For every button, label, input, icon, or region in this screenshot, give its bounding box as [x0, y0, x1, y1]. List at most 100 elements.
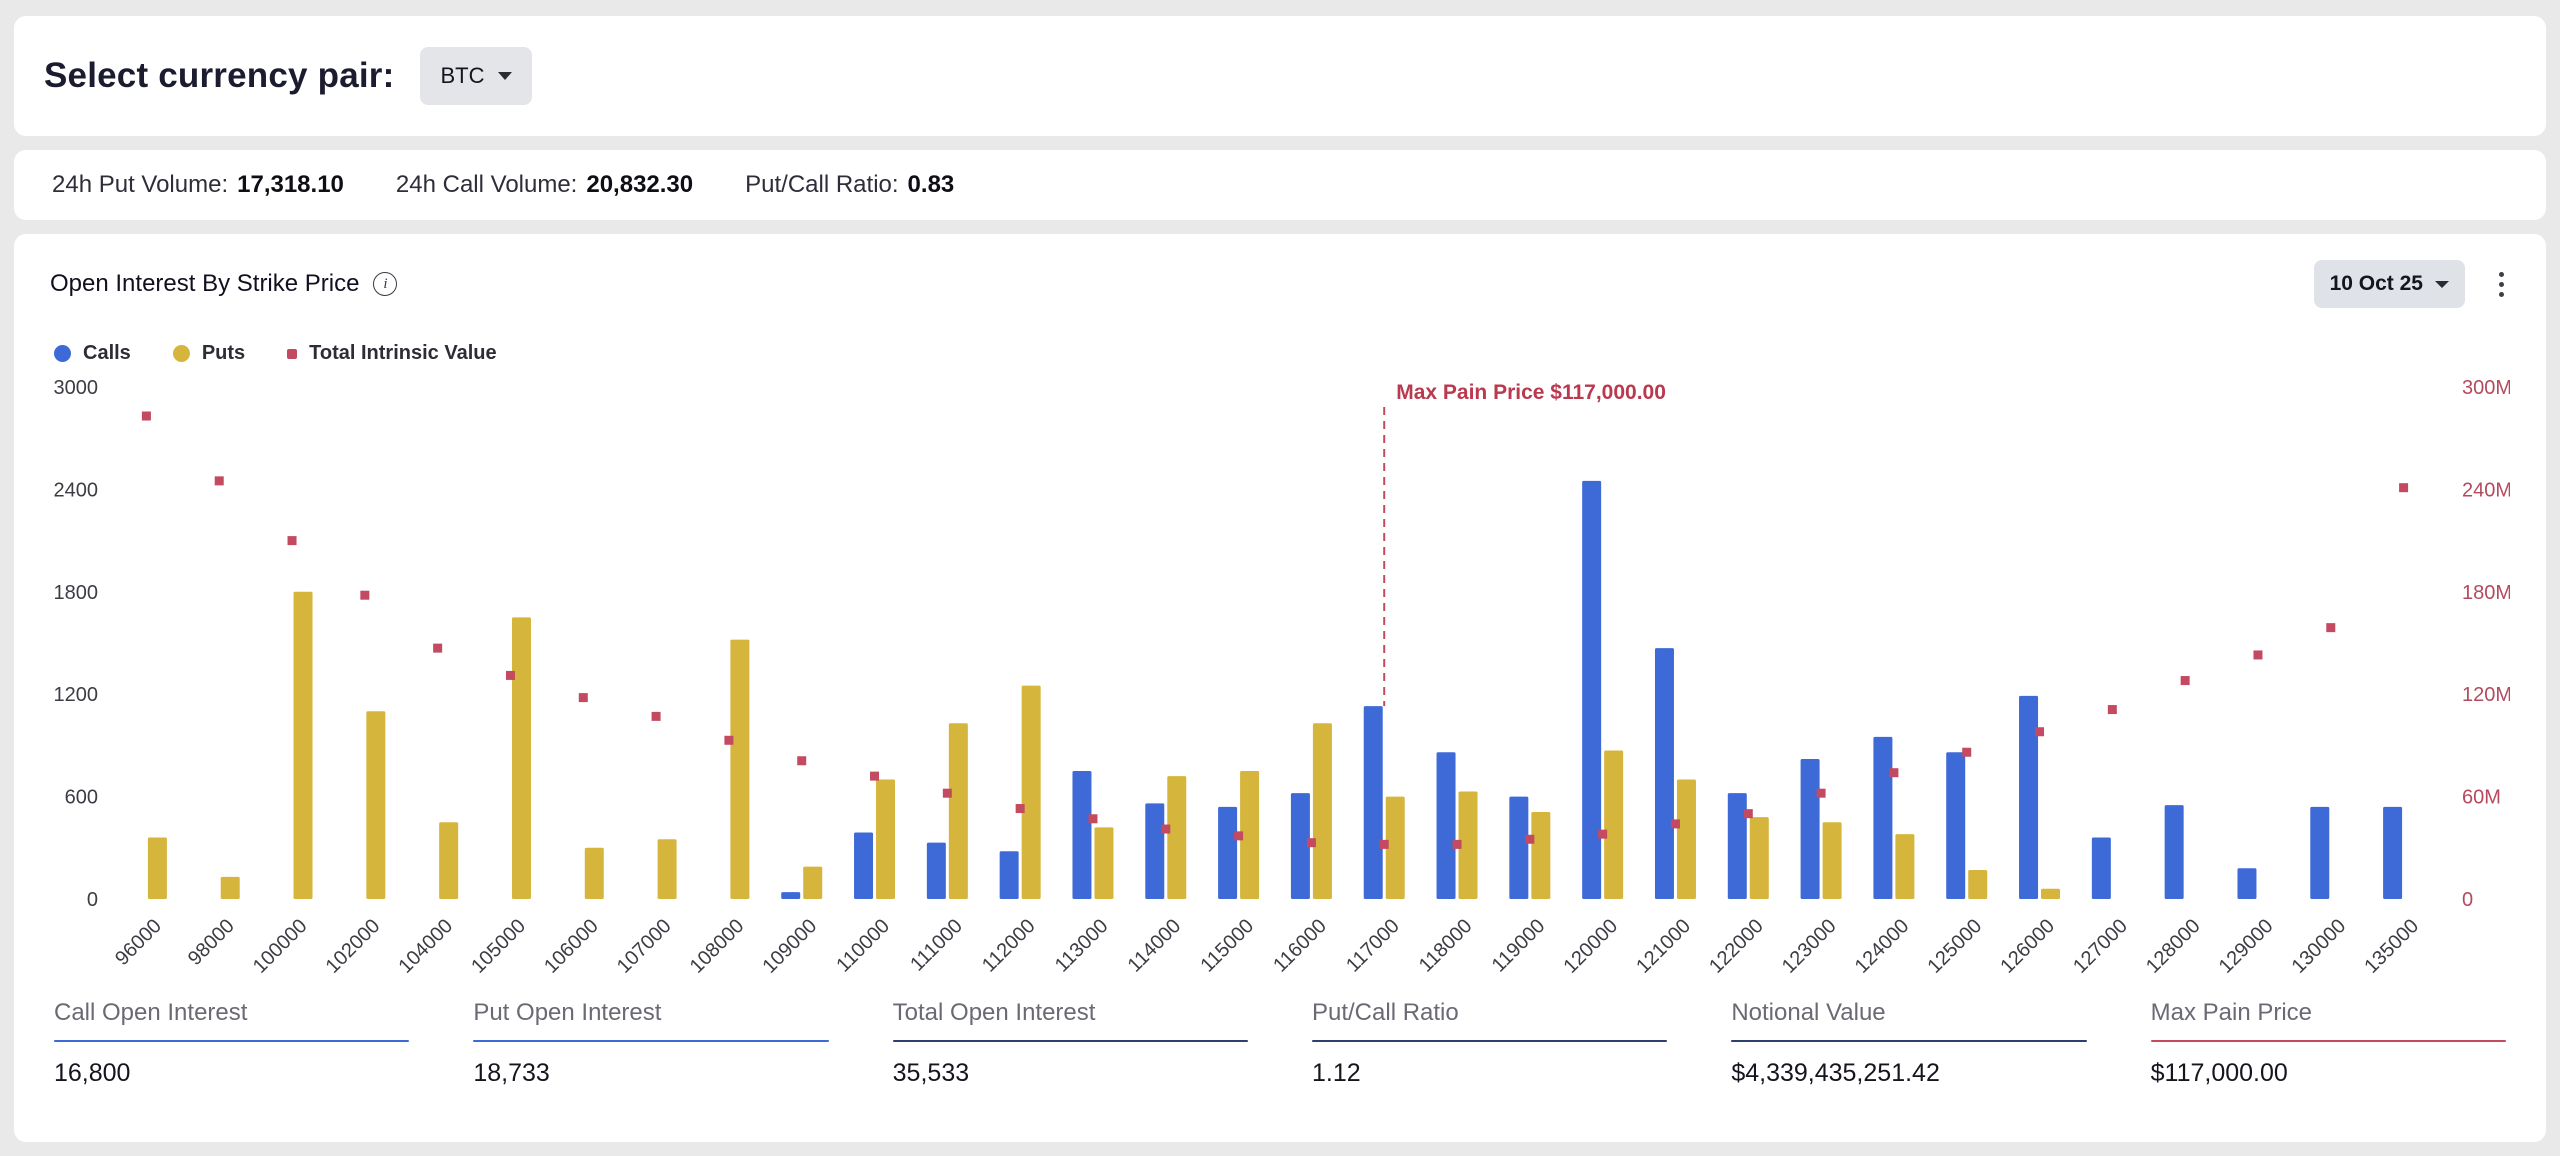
svg-text:1800: 1800: [54, 582, 99, 604]
open-interest-card: Open Interest By Strike Price i 10 Oct 2…: [14, 234, 2546, 1142]
svg-text:135000: 135000: [2360, 915, 2423, 978]
put-call-ratio-stat: Put/Call Ratio: 0.83: [745, 171, 954, 199]
svg-text:125000: 125000: [1923, 915, 1986, 978]
legend-puts-label: Puts: [202, 342, 245, 365]
put-volume-value: 17,318.10: [237, 171, 344, 199]
svg-text:107000: 107000: [613, 915, 676, 978]
chart-title: Open Interest By Strike Price: [50, 270, 359, 298]
put-volume-label: 24h Put Volume:: [52, 171, 228, 199]
svg-text:114000: 114000: [1124, 915, 1186, 977]
svg-text:104000: 104000: [394, 915, 457, 978]
svg-text:180M: 180M: [2462, 582, 2510, 604]
call-volume-value: 20,832.30: [586, 171, 693, 199]
kebab-menu-icon[interactable]: [2493, 266, 2510, 303]
summary-call-open-interest: Call Open Interest 16,800: [54, 999, 409, 1088]
summary-underline: [473, 1040, 828, 1042]
svg-text:0: 0: [2462, 889, 2473, 911]
legend-calls-label: Calls: [83, 342, 131, 365]
svg-text:106000: 106000: [540, 915, 603, 978]
put-call-ratio-label: Put/Call Ratio:: [745, 171, 898, 199]
summary-value: 1.12: [1312, 1059, 1667, 1088]
svg-text:113000: 113000: [1051, 915, 1113, 977]
svg-text:130000: 130000: [2288, 915, 2351, 978]
svg-text:123000: 123000: [1778, 915, 1841, 978]
puts-marker-icon: [173, 345, 190, 362]
svg-text:115000: 115000: [1196, 915, 1258, 977]
summary-label: Call Open Interest: [54, 999, 409, 1027]
legend-intrinsic-label: Total Intrinsic Value: [309, 342, 496, 365]
svg-text:0: 0: [87, 889, 98, 911]
volume-stats-bar: 24h Put Volume: 17,318.10 24h Call Volum…: [14, 150, 2546, 220]
chart-header-controls: 10 Oct 25: [2314, 260, 2510, 308]
caret-down-icon: [498, 72, 512, 80]
summary-notional-value: Notional Value $4,339,435,251.42: [1731, 999, 2086, 1088]
svg-text:126000: 126000: [1996, 915, 2059, 978]
svg-text:112000: 112000: [978, 915, 1040, 977]
svg-text:128000: 128000: [2142, 915, 2205, 978]
svg-text:600: 600: [65, 787, 98, 809]
summary-underline: [1731, 1040, 2086, 1042]
svg-text:96000: 96000: [111, 915, 166, 970]
summary-underline: [2151, 1040, 2506, 1042]
summary-label: Put/Call Ratio: [1312, 999, 1667, 1027]
date-selector-value: 10 Oct 25: [2330, 272, 2423, 296]
call-volume-stat: 24h Call Volume: 20,832.30: [396, 171, 693, 199]
put-call-ratio-value: 0.83: [908, 171, 955, 199]
legend-item-puts[interactable]: Puts: [173, 342, 245, 365]
currency-pair-dropdown[interactable]: BTC: [420, 47, 532, 105]
summary-value: 35,533: [893, 1059, 1248, 1088]
intrinsic-marker-icon: [287, 349, 297, 359]
svg-text:105000: 105000: [467, 915, 530, 978]
svg-text:109000: 109000: [758, 915, 821, 978]
svg-text:108000: 108000: [686, 915, 749, 978]
summary-underline: [1312, 1040, 1667, 1042]
summary-value: $117,000.00: [2151, 1059, 2506, 1088]
summary-label: Total Open Interest: [893, 999, 1248, 1027]
svg-text:124000: 124000: [1851, 915, 1914, 978]
chart-area: 0 600 1200 1800 2400 3000 0 60M 120M 180M 240M 300M…: [50, 371, 2510, 989]
summary-total-open-interest: Total Open Interest 35,533: [893, 999, 1248, 1088]
summary-label: Notional Value: [1731, 999, 2086, 1027]
svg-text:117000: 117000: [1342, 915, 1404, 977]
svg-text:111000: 111000: [906, 915, 967, 976]
open-interest-by-strike-chart: 0 600 1200 1800 2400 3000 0 60M 120M 180M 240M 300M…: [50, 371, 2510, 989]
chart-header: Open Interest By Strike Price i 10 Oct 2…: [50, 260, 2510, 308]
svg-text:118000: 118000: [1415, 915, 1477, 977]
currency-pair-value: BTC: [440, 63, 484, 89]
summary-underline: [893, 1040, 1248, 1042]
svg-text:60M: 60M: [2462, 787, 2501, 809]
summary-put-open-interest: Put Open Interest 18,733: [473, 999, 828, 1088]
legend-item-calls[interactable]: Calls: [54, 342, 131, 365]
date-selector[interactable]: 10 Oct 25: [2314, 260, 2465, 308]
summary-value: 16,800: [54, 1059, 409, 1088]
chart-legend: Calls Puts Total Intrinsic Value: [50, 342, 2510, 365]
svg-text:129000: 129000: [2215, 915, 2278, 978]
chart-title-wrap: Open Interest By Strike Price i: [50, 270, 397, 298]
svg-text:127000: 127000: [2069, 915, 2132, 978]
svg-text:116000: 116000: [1269, 915, 1331, 977]
summary-value: $4,339,435,251.42: [1731, 1059, 2086, 1088]
svg-text:120M: 120M: [2462, 684, 2510, 706]
svg-text:1200: 1200: [54, 684, 99, 706]
svg-text:300M: 300M: [2462, 377, 2510, 399]
svg-text:122000: 122000: [1705, 915, 1768, 978]
svg-text:100000: 100000: [249, 915, 312, 978]
info-icon[interactable]: i: [373, 272, 397, 296]
svg-text:120000: 120000: [1559, 915, 1622, 978]
svg-text:110000: 110000: [832, 915, 894, 977]
summary-max-pain-price: Max Pain Price $117,000.00: [2151, 999, 2506, 1088]
svg-text:2400: 2400: [54, 479, 99, 501]
svg-text:3000: 3000: [54, 377, 99, 399]
summary-label: Max Pain Price: [2151, 999, 2506, 1027]
call-volume-label: 24h Call Volume:: [396, 171, 577, 199]
svg-text:240M: 240M: [2462, 479, 2510, 501]
calls-marker-icon: [54, 345, 71, 362]
svg-text:Max Pain Price $117,000.00: Max Pain Price $117,000.00: [1396, 381, 1666, 404]
svg-text:119000: 119000: [1488, 915, 1550, 977]
currency-selector-card: Select currency pair: BTC: [14, 16, 2546, 136]
put-volume-stat: 24h Put Volume: 17,318.10: [52, 171, 344, 199]
summary-value: 18,733: [473, 1059, 828, 1088]
legend-item-intrinsic[interactable]: Total Intrinsic Value: [287, 342, 496, 365]
summary-label: Put Open Interest: [473, 999, 828, 1027]
chevron-down-icon: [2435, 281, 2449, 288]
